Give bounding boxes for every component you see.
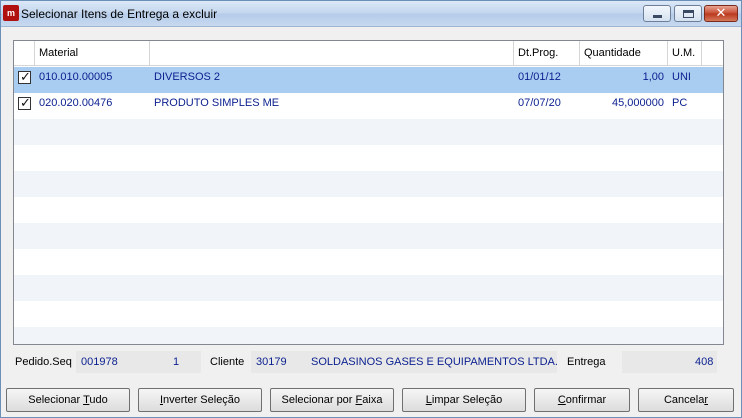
cell-material: 020.020.00476 bbox=[39, 97, 113, 109]
header-dtprog[interactable]: Dt.Prog. bbox=[514, 41, 580, 66]
header-material[interactable]: Material bbox=[35, 41, 150, 66]
cell-descricao: DIVERSOS 2 bbox=[154, 71, 221, 83]
cell-um: UNI bbox=[672, 71, 691, 83]
button-hotkey: r bbox=[704, 394, 709, 406]
grid-header: Material Dt.Prog. Quantidade U.M. bbox=[14, 41, 723, 66]
cancel-button[interactable]: Cancelar bbox=[638, 388, 734, 412]
empty-row bbox=[14, 145, 723, 171]
cliente-nome: SOLDASINOS GASES E EQUIPAMENTOS LTDA. bbox=[311, 356, 558, 368]
entrega-label: Entrega bbox=[567, 356, 606, 368]
title-bar[interactable]: m Selecionar Itens de Entrega a excluir … bbox=[1, 1, 741, 27]
table-row[interactable]: ✓ 020.020.00476 PRODUTO SIMPLES ME 07/07… bbox=[14, 93, 723, 119]
cell-quantidade: 45,000000 bbox=[612, 97, 664, 109]
cell-dtprog: 01/01/12 bbox=[518, 71, 561, 83]
pedido-label: Pedido.Seq bbox=[15, 356, 72, 368]
button-label: udo bbox=[89, 394, 108, 406]
check-icon: ✓ bbox=[20, 95, 31, 110]
empty-row bbox=[14, 197, 723, 223]
button-label: aixa bbox=[362, 394, 383, 406]
empty-row bbox=[14, 223, 723, 249]
button-label: Selecionar por bbox=[281, 394, 356, 406]
minimize-icon bbox=[653, 15, 662, 18]
seq-value: 1 bbox=[173, 356, 180, 368]
invert-selection-button[interactable]: Inverter Seleção bbox=[138, 388, 262, 412]
header-quantidade[interactable]: Quantidade bbox=[580, 41, 668, 66]
cliente-codigo: 30179 bbox=[256, 356, 287, 368]
cell-dtprog: 07/07/20 bbox=[518, 97, 561, 109]
minimize-button[interactable] bbox=[643, 5, 671, 22]
button-label: nverter Seleção bbox=[163, 394, 241, 406]
button-label: Cancela bbox=[663, 394, 705, 406]
row-checkbox[interactable]: ✓ bbox=[18, 95, 31, 110]
maximize-button[interactable] bbox=[674, 5, 702, 22]
cliente-label: Cliente bbox=[210, 356, 245, 368]
select-by-range-button[interactable]: Selecionar por Faixa bbox=[270, 388, 394, 412]
maximize-icon bbox=[683, 10, 694, 18]
empty-row bbox=[14, 171, 723, 197]
close-button[interactable]: ✕ bbox=[704, 5, 738, 22]
empty-row bbox=[14, 275, 723, 301]
cell-um: PC bbox=[672, 97, 688, 109]
window-title: Selecionar Itens de Entrega a excluir bbox=[21, 7, 218, 21]
row-checkbox[interactable]: ✓ bbox=[18, 69, 31, 84]
cell-quantidade: 1,00 bbox=[642, 71, 664, 83]
select-all-button[interactable]: Selecionar Tudo bbox=[6, 388, 130, 412]
entrega-value: 408 bbox=[695, 356, 714, 368]
empty-row bbox=[14, 301, 723, 327]
header-descricao[interactable] bbox=[150, 41, 514, 66]
button-label: onfirmar bbox=[565, 394, 607, 406]
app-logo-icon: m bbox=[3, 5, 19, 21]
clear-selection-button[interactable]: Limpar Seleção bbox=[402, 388, 526, 412]
items-grid[interactable]: Material Dt.Prog. Quantidade U.M. ✓ 010.… bbox=[13, 40, 724, 345]
header-um[interactable]: U.M. bbox=[668, 41, 702, 66]
close-icon: ✕ bbox=[715, 5, 727, 20]
check-icon: ✓ bbox=[20, 69, 31, 84]
confirm-button[interactable]: Confirmar bbox=[534, 388, 630, 412]
cell-material: 010.010.00005 bbox=[39, 71, 113, 83]
button-hotkey: C bbox=[557, 394, 566, 406]
cell-descricao: PRODUTO SIMPLES ME bbox=[154, 97, 280, 109]
pedido-value: 001978 bbox=[81, 356, 118, 368]
header-check[interactable] bbox=[14, 41, 35, 66]
table-row[interactable]: ✓ 010.010.00005 DIVERSOS 2 01/01/12 1,00… bbox=[14, 67, 723, 93]
button-label: impar Seleção bbox=[431, 394, 503, 406]
dialog-window: m Selecionar Itens de Entrega a excluir … bbox=[0, 0, 742, 418]
empty-row bbox=[14, 119, 723, 145]
button-label: Selecionar bbox=[28, 394, 84, 406]
empty-row bbox=[14, 249, 723, 275]
empty-row bbox=[14, 327, 723, 344]
